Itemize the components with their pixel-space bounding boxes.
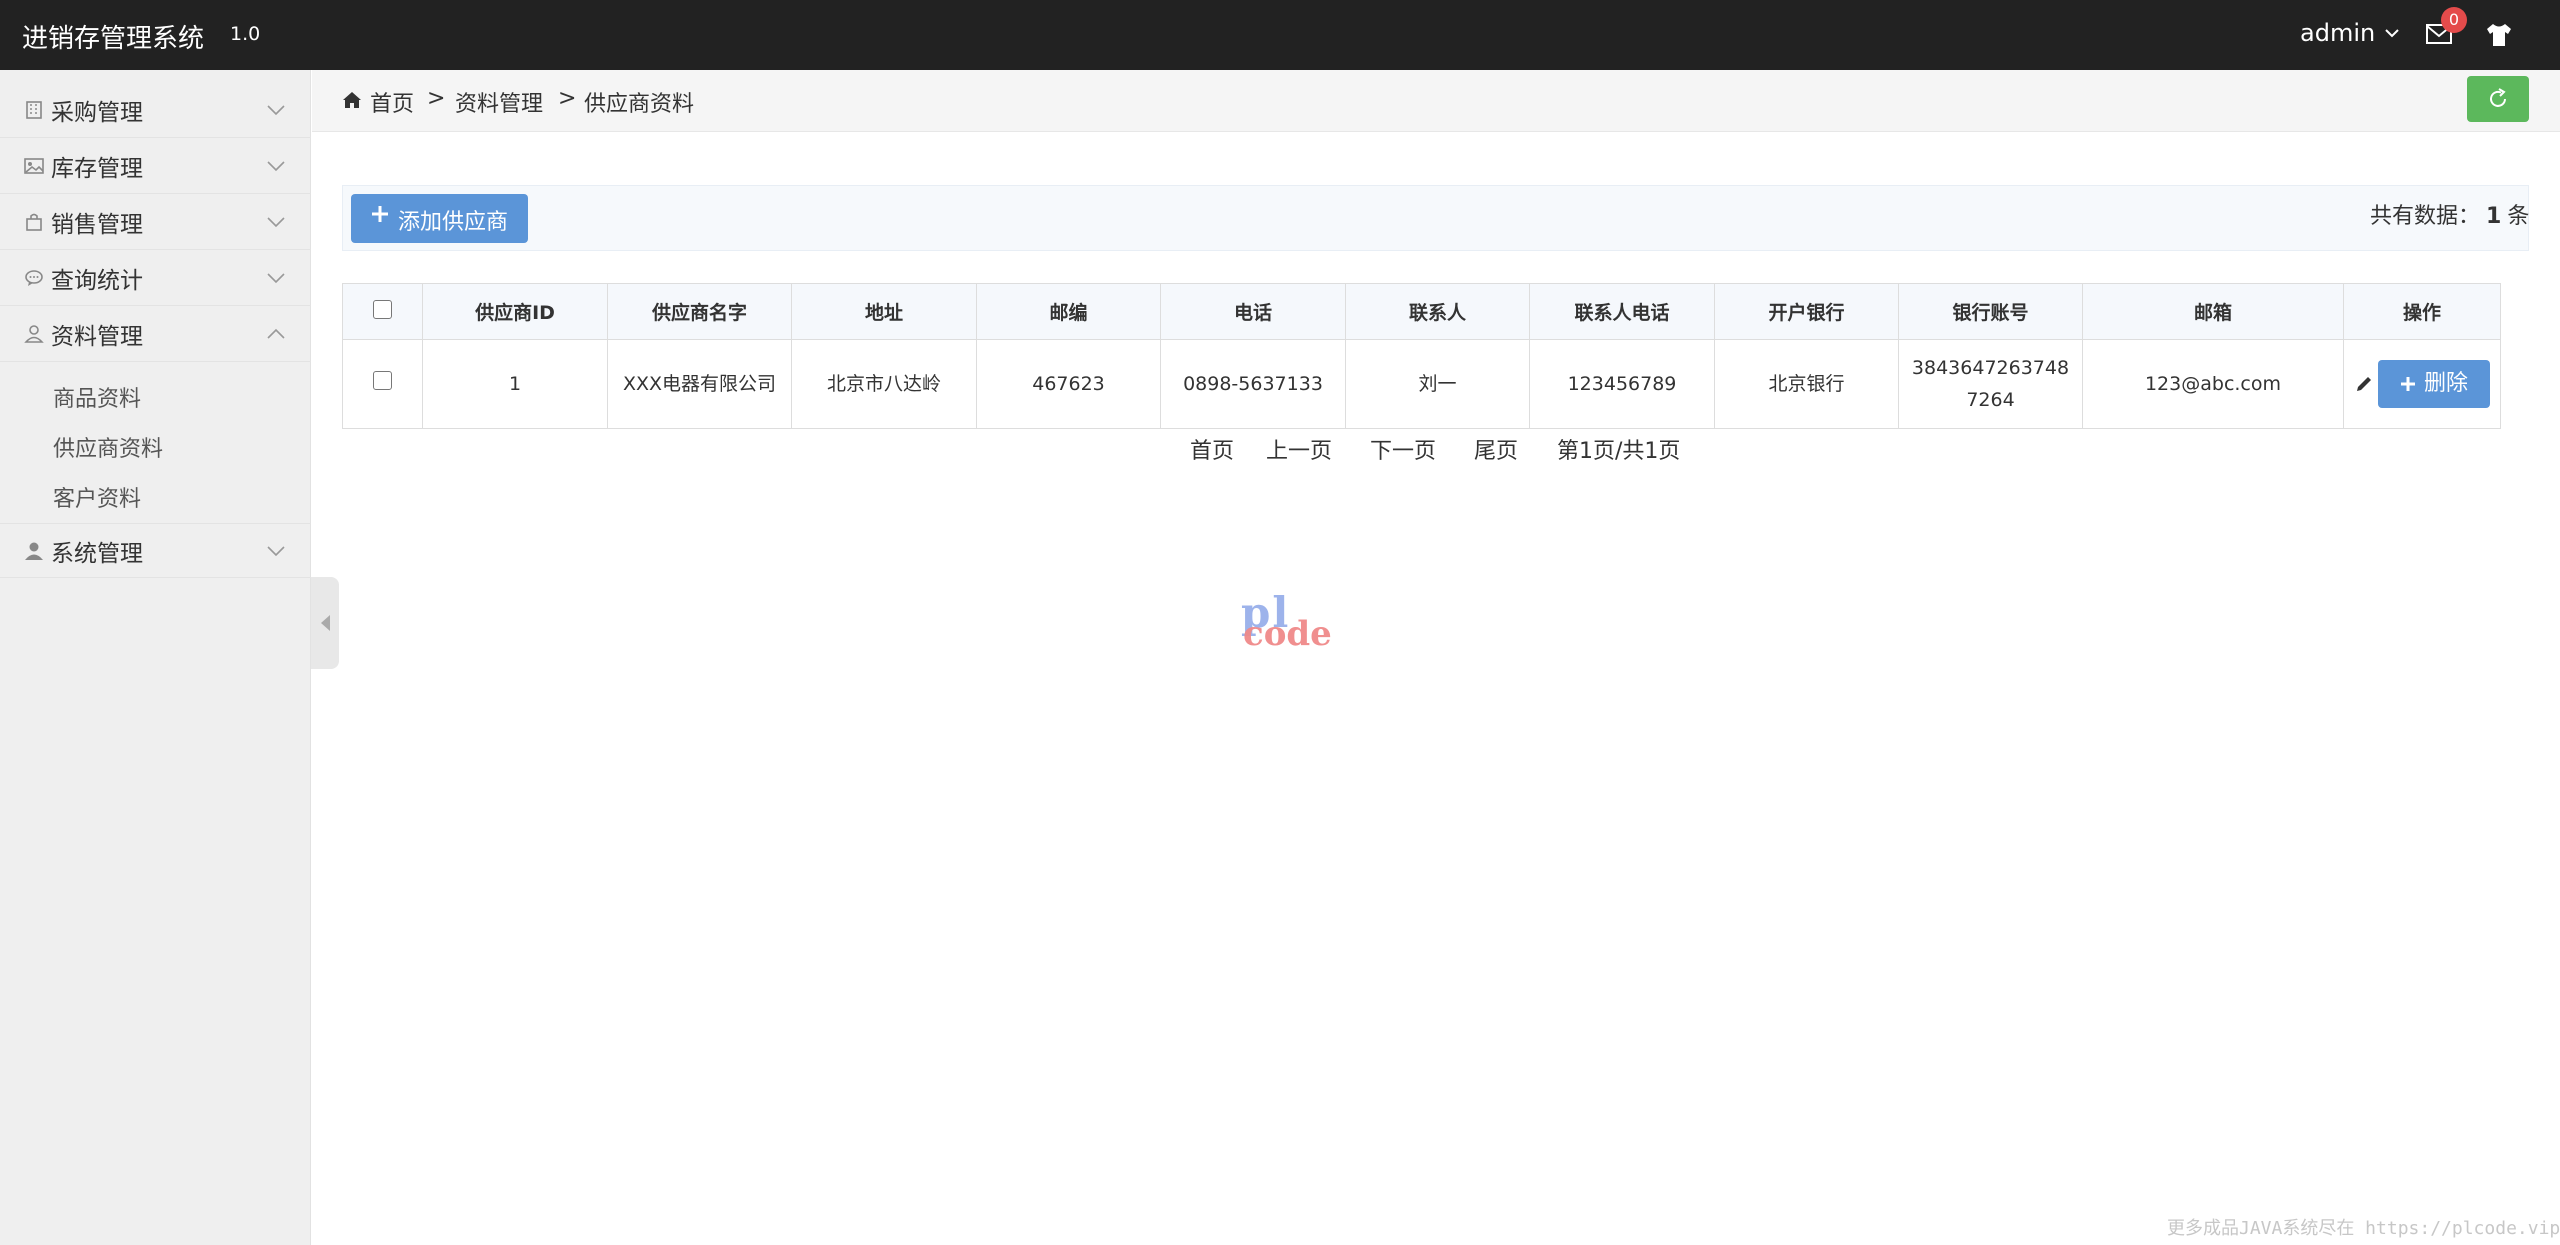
mail-count-badge: 0	[2441, 7, 2467, 33]
pager-first[interactable]: 首页	[1190, 433, 1234, 465]
chevron-down-icon	[267, 545, 285, 556]
row-select-cell	[342, 339, 423, 429]
caret-left-icon	[321, 615, 330, 631]
column-header: 联系人	[1345, 283, 1530, 340]
cell-contact: 刘一	[1345, 339, 1530, 429]
chevron-down-icon	[267, 273, 285, 284]
breadcrumb-separator: >	[558, 86, 577, 111]
row-checkbox[interactable]	[373, 371, 392, 390]
app-title: 进销存管理系统	[22, 24, 205, 54]
total-count: 共有数据： 1 条	[2370, 198, 2529, 230]
sidebar-subitem-customers[interactable]: 客户资料	[53, 481, 141, 513]
table-header-row: 供应商ID 供应商名字 地址 邮编 电话 联系人 联系人电话 开户银行 银行账号…	[342, 283, 2501, 340]
username: admin	[2300, 19, 2376, 47]
plus-icon	[2400, 377, 2415, 391]
cell-contact-phone: 123456789	[1529, 339, 1715, 429]
refresh-button[interactable]	[2467, 76, 2529, 122]
chevron-down-icon	[267, 161, 285, 172]
plus-icon	[372, 206, 388, 222]
pager-last[interactable]: 尾页	[1474, 433, 1518, 465]
column-header: 操作	[2343, 283, 2501, 340]
action-toolbar	[342, 185, 2529, 251]
footer-watermark: 更多成品JAVA系统尽在 https://plcode.vip	[2167, 1218, 2560, 1239]
chevron-up-icon	[267, 328, 285, 339]
comment-icon	[25, 270, 43, 286]
cell-bank-account: 38436472637487264	[1898, 339, 2083, 429]
building-icon	[26, 101, 42, 119]
delete-button[interactable]: 删除	[2378, 360, 2490, 408]
sidebar-item-purchase[interactable]: 采购管理	[0, 83, 311, 138]
edit-pencil-icon[interactable]	[2354, 374, 2374, 394]
cell-address: 北京市八达岭	[791, 339, 977, 429]
top-header: 进销存管理系统 1.0 admin 0	[0, 0, 2560, 70]
sidebar-item-data-management[interactable]: 资料管理	[0, 307, 311, 362]
sidebar-item-statistics[interactable]: 查询统计	[0, 251, 311, 306]
sidebar-subitem-suppliers[interactable]: 供应商资料	[53, 431, 163, 463]
column-header: 邮箱	[2082, 283, 2344, 340]
image-icon	[24, 158, 44, 174]
cell-email: 123@abc.com	[2082, 339, 2344, 429]
sidebar-item-label: 库存管理	[51, 156, 143, 182]
sidebar-item-label: 采购管理	[51, 100, 143, 126]
chevron-down-icon	[267, 217, 285, 228]
pager-status: 第1页/共1页	[1557, 439, 1681, 464]
sidebar-item-label: 销售管理	[51, 212, 143, 238]
select-all-cell	[342, 283, 423, 340]
pager-prev[interactable]: 上一页	[1266, 433, 1332, 465]
total-count-value: 1	[2486, 204, 2502, 229]
add-supplier-label: 添加供应商	[398, 210, 509, 235]
cell-zip: 467623	[976, 339, 1161, 429]
sidebar-item-label: 资料管理	[51, 324, 143, 350]
user-outline-icon	[24, 325, 44, 343]
theme-shirt-icon[interactable]	[2484, 22, 2514, 48]
sidebar-item-sales[interactable]: 销售管理	[0, 195, 311, 250]
breadcrumb-data-management[interactable]: 资料管理	[455, 86, 543, 118]
refresh-icon	[2490, 88, 2506, 107]
chevron-down-icon	[267, 105, 285, 116]
breadcrumb-home[interactable]: 首页	[370, 86, 414, 118]
watermark-logo-bottom: code	[1243, 614, 1332, 654]
cell-bank: 北京银行	[1714, 339, 1899, 429]
app-version: 1.0	[230, 23, 261, 45]
cell-supplier-name: XXX电器有限公司	[607, 339, 792, 429]
chevron-down-icon	[2385, 29, 2399, 38]
table-row: 1 XXX电器有限公司 北京市八达岭 467623 0898-5637133 刘…	[342, 339, 2501, 429]
select-all-checkbox[interactable]	[373, 299, 392, 319]
home-icon	[343, 92, 361, 108]
sidebar-collapse-toggle[interactable]	[311, 577, 339, 669]
column-header: 供应商ID	[422, 283, 608, 340]
sidebar-item-label: 系统管理	[51, 540, 143, 567]
cell-phone: 0898-5637133	[1160, 339, 1346, 429]
sidebar-item-inventory[interactable]: 库存管理	[0, 139, 311, 194]
cell-supplier-id: 1	[422, 339, 608, 429]
add-supplier-button[interactable]: 添加供应商	[351, 194, 528, 243]
pager-next[interactable]: 下一页	[1370, 433, 1436, 465]
total-prefix: 共有数据：	[2370, 204, 2481, 229]
column-header: 邮编	[976, 283, 1161, 340]
column-header: 开户银行	[1714, 283, 1899, 340]
breadcrumb-current: 供应商资料	[584, 92, 695, 117]
column-header: 联系人电话	[1529, 283, 1715, 340]
user-icon	[25, 542, 43, 560]
shopping-bag-icon	[26, 213, 42, 231]
breadcrumb-separator: >	[427, 86, 446, 111]
column-header: 地址	[791, 283, 977, 340]
total-suffix: 条	[2507, 204, 2530, 229]
delete-label: 删除	[2423, 371, 2468, 396]
sidebar-item-label: 查询统计	[51, 268, 143, 294]
sidebar-item-system[interactable]: 系统管理	[0, 523, 311, 578]
cell-actions: 删除	[2343, 339, 2501, 429]
column-header: 电话	[1160, 283, 1346, 340]
sidebar-subitem-products[interactable]: 商品资料	[53, 381, 141, 413]
user-menu[interactable]: admin	[2300, 19, 2401, 47]
supplier-table: 供应商ID 供应商名字 地址 邮编 电话 联系人 联系人电话 开户银行 银行账号…	[342, 283, 2501, 429]
column-header: 供应商名字	[607, 283, 792, 340]
column-header: 银行账号	[1898, 283, 2083, 340]
